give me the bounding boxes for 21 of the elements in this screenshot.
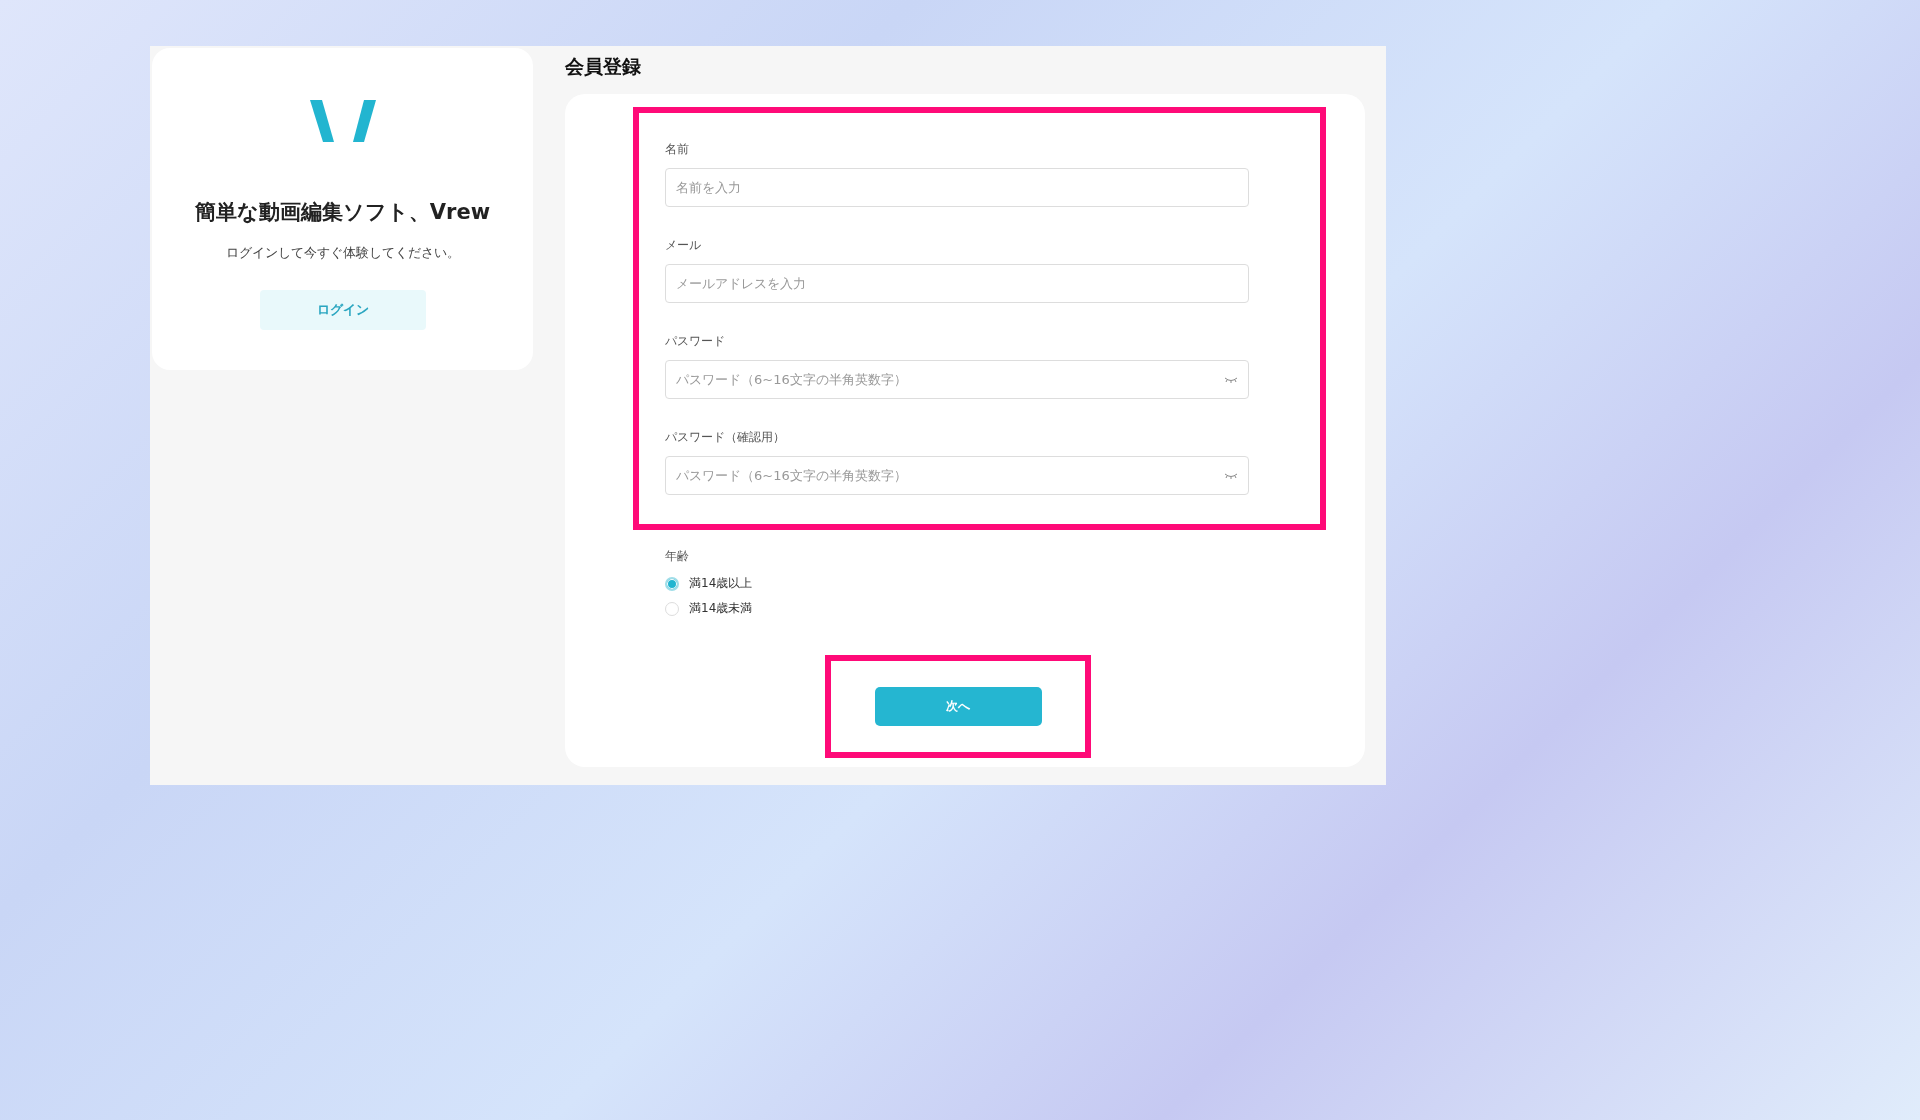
password-field[interactable]: パスワード（6~16文字の半角英数字） [665, 360, 1249, 399]
field-label: パスワード [665, 333, 726, 350]
intro-title: 簡単な動画編集ソフト、Vrew [194, 199, 491, 226]
field-label: 名前 [665, 141, 690, 158]
input-field[interactable]: メールアドレスを入力 [665, 264, 1249, 303]
closed-eye-icon[interactable] [1224, 376, 1238, 383]
radio-label: 満14歳未満 [689, 600, 753, 617]
closed-eye-icon[interactable] [1224, 472, 1238, 479]
radio-button[interactable] [665, 576, 679, 591]
intro-subtitle: ログインして今すぐ体験してください。 [225, 244, 460, 262]
field-label: メール [665, 237, 702, 254]
input-field[interactable]: 名前を入力 [665, 168, 1249, 207]
logo-icon [309, 100, 376, 142]
field-label: パスワード（確認用） [665, 429, 786, 446]
radio-label: 満14歳以上 [689, 575, 753, 592]
next-button[interactable]: 次へ [874, 687, 1042, 726]
password-field[interactable]: パスワード（6~16文字の半角英数字） [665, 456, 1249, 495]
signup-title: 会員登録 [565, 54, 642, 79]
login-button[interactable]: ログイン [259, 290, 426, 330]
radio-button[interactable] [665, 601, 679, 616]
age-label: 年齢 [665, 548, 690, 565]
